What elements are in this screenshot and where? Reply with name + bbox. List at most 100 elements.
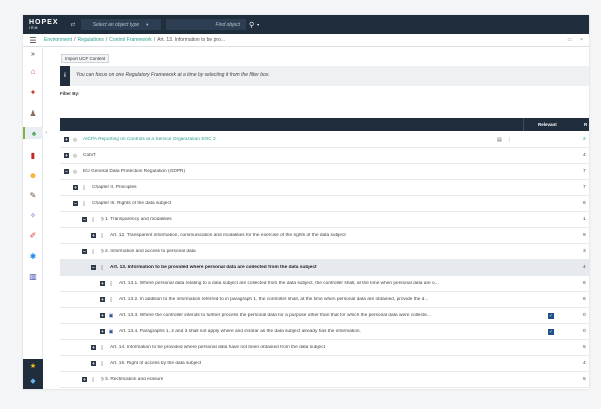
swap-icon[interactable]: ⇄ xyxy=(67,21,79,28)
row-label[interactable]: Art. 13. Information to be provided wher… xyxy=(110,265,317,270)
collapse-icon[interactable]: − xyxy=(73,201,78,206)
book-icon[interactable]: ▮ xyxy=(23,149,43,161)
expand-icon[interactable]: + xyxy=(82,377,87,382)
table-row[interactable]: + ◎ CobiT 4 xyxy=(60,148,589,164)
more-options-icon[interactable]: ⋮ xyxy=(507,137,512,143)
column-header-r[interactable]: R xyxy=(584,122,587,127)
row-label[interactable]: § 2. Information and access to personal … xyxy=(101,249,196,254)
row-label[interactable]: CobiT xyxy=(83,153,96,158)
row-label[interactable]: Art. 13.3. Where the controller intends … xyxy=(119,313,431,318)
breadcrumb-regulations[interactable]: Regulations xyxy=(77,37,103,43)
relevant-checkbox-checked[interactable]: ✓ xyxy=(548,312,554,319)
hamburger-menu-icon[interactable]: ☰ xyxy=(23,36,43,45)
shield-icon[interactable]: ◆ xyxy=(23,377,43,385)
document-icon: ▯ xyxy=(109,296,113,303)
table-row[interactable]: + ▯ § 3. Rectification and erasure 5 xyxy=(60,372,589,388)
window-icon[interactable]: ▭ xyxy=(567,37,572,43)
column-header-relevant[interactable]: Relevant xyxy=(538,122,557,127)
people-icon[interactable]: ☻ xyxy=(23,169,43,181)
tools-icon[interactable]: ✎ xyxy=(23,189,43,201)
expand-icon[interactable]: + xyxy=(91,361,96,366)
table-row[interactable]: + ▣ Art. 13.3. Where the controller inte… xyxy=(60,308,589,324)
row-label[interactable]: § 1. Transparency and modalities xyxy=(101,217,172,222)
table-row[interactable]: + ◎ AICPA Reporting on Controls at a Ser… xyxy=(60,132,589,148)
row-label[interactable]: Art. 12. Transparent information, commun… xyxy=(110,233,346,238)
table-row[interactable]: − ▯ Chapter III. Rights of the data subj… xyxy=(60,196,589,212)
table-row[interactable]: + ▯ Art. 12. Transparent information, co… xyxy=(60,228,589,244)
network-icon[interactable]: ✧ xyxy=(23,209,43,221)
report-icon[interactable]: ✐ xyxy=(23,229,43,241)
star-icon[interactable]: ★ xyxy=(23,362,43,370)
expand-icon[interactable]: + xyxy=(91,233,96,238)
collapse-icon[interactable]: − xyxy=(82,249,87,254)
screen-background: HOPEX IRM ⇄ Select an object type ▼ Find… xyxy=(0,0,601,409)
row-count: 6 xyxy=(583,281,586,286)
row-label[interactable]: AICPA Reporting on Controls at a Service… xyxy=(83,137,216,142)
table-row[interactable]: − ◎ EU General Data Protection Regulatio… xyxy=(60,164,589,180)
table-row[interactable]: + ▯ Art. 14. Information to be provided … xyxy=(60,340,589,356)
risk-icon[interactable]: ✦ xyxy=(23,86,43,98)
import-ucf-content-button[interactable]: Import UCF Content xyxy=(61,54,110,63)
expand-icon[interactable]: + xyxy=(64,137,69,142)
row-label[interactable]: Chapter III. Rights of the data subject xyxy=(92,201,171,206)
puzzle-icon[interactable]: ✱ xyxy=(23,250,43,262)
table-row[interactable]: + ▯ Chapter II. Principles 7 xyxy=(60,180,589,196)
row-label[interactable]: Art. 15. Right of access by the data sub… xyxy=(110,361,201,366)
expand-icon[interactable]: + xyxy=(91,345,96,350)
expand-icon[interactable]: + xyxy=(100,297,105,302)
breadcrumb-environment[interactable]: Environment xyxy=(44,37,72,43)
row-count: 0 xyxy=(583,313,586,318)
row-count: 5 xyxy=(583,345,586,350)
row-count: 0 xyxy=(583,329,586,334)
chart-icon[interactable]: ▥ xyxy=(23,270,43,282)
relevant-checkbox-checked[interactable]: ✓ xyxy=(548,328,554,335)
search-options-chevron-icon[interactable]: ▾ xyxy=(257,22,259,27)
expand-icon[interactable]: + xyxy=(100,313,105,318)
hopex-logo[interactable]: HOPEX IRM xyxy=(23,15,67,34)
logo-main-text: HOPEX xyxy=(29,18,59,26)
row-label[interactable]: Chapter II. Principles xyxy=(92,185,137,190)
object-type-select[interactable]: Select an object type ▼ xyxy=(81,19,161,30)
row-label[interactable]: EU General Data Protection Regulation (G… xyxy=(83,169,185,174)
breadcrumb-control-framework[interactable]: Control Framework xyxy=(109,37,152,43)
find-object-input[interactable]: Find object xyxy=(166,19,246,30)
expand-sidebar-icon[interactable]: » xyxy=(23,51,43,58)
breadcrumb-current: Art. 13. Information to be pro... xyxy=(157,37,225,43)
info-icon: i xyxy=(60,66,70,86)
collapse-icon[interactable]: − xyxy=(64,169,69,174)
table-row[interactable]: + ▯ Art. 15. Right of access by the data… xyxy=(60,356,589,372)
table-row[interactable]: + ▯ Art. 13.2. In addition to the inform… xyxy=(60,292,589,308)
user-icon[interactable]: ♟ xyxy=(23,107,43,119)
expand-icon[interactable]: + xyxy=(64,153,69,158)
close-icon[interactable]: × xyxy=(580,37,583,43)
regulations-icon[interactable]: ♠ › xyxy=(23,127,47,139)
table-row[interactable]: + ▯ Art. 13.1. Where personal data relat… xyxy=(60,276,589,292)
row-label[interactable]: Art. 14. Information to be provided wher… xyxy=(110,345,325,350)
expand-icon[interactable]: + xyxy=(100,281,105,286)
document-icon: ▯ xyxy=(100,264,104,271)
globe-icon: ◎ xyxy=(72,168,78,175)
table-row[interactable]: − ▯ § 1. Transparency and modalities 1 xyxy=(60,212,589,228)
left-sidebar: » ⌂ ✦ ♟ ♠ › ▮ ☻ ✎ ✧ ✐ ✱ ▥ ★ ◆ xyxy=(23,48,47,389)
row-count: 9 xyxy=(583,233,586,238)
home-icon[interactable]: ⌂ xyxy=(23,65,43,77)
document-icon: ▯ xyxy=(91,248,95,255)
document-icon: ▯ xyxy=(109,280,113,287)
collapse-icon[interactable]: − xyxy=(82,217,87,222)
search-icon[interactable]: ⚲ xyxy=(249,21,254,29)
header-divider xyxy=(523,118,524,131)
table-row-selected[interactable]: − ▯ Art. 13. Information to be provided … xyxy=(60,260,589,276)
row-label[interactable]: Art. 13.4. Paragraphs 1, 2 and 3 shall n… xyxy=(119,329,361,334)
table-row[interactable]: + ▣ Art. 13.4. Paragraphs 1, 2 and 3 sha… xyxy=(60,324,589,340)
collapse-icon[interactable]: − xyxy=(91,265,96,270)
document-icon: ▯ xyxy=(91,216,95,223)
filter-by-label: Filter By: xyxy=(60,91,80,96)
row-label[interactable]: Art. 13.2. In addition to the informatio… xyxy=(119,297,428,302)
properties-icon[interactable]: ▤ xyxy=(497,137,502,143)
table-row[interactable]: − ▯ § 2. Information and access to perso… xyxy=(60,244,589,260)
info-text: You can focus on one Regulatory Framewor… xyxy=(76,72,270,78)
expand-icon[interactable]: + xyxy=(73,185,78,190)
expand-icon[interactable]: + xyxy=(100,329,105,334)
row-label[interactable]: Art. 13.1. Where personal data relating … xyxy=(119,281,439,286)
row-label[interactable]: § 3. Rectification and erasure xyxy=(101,377,163,382)
